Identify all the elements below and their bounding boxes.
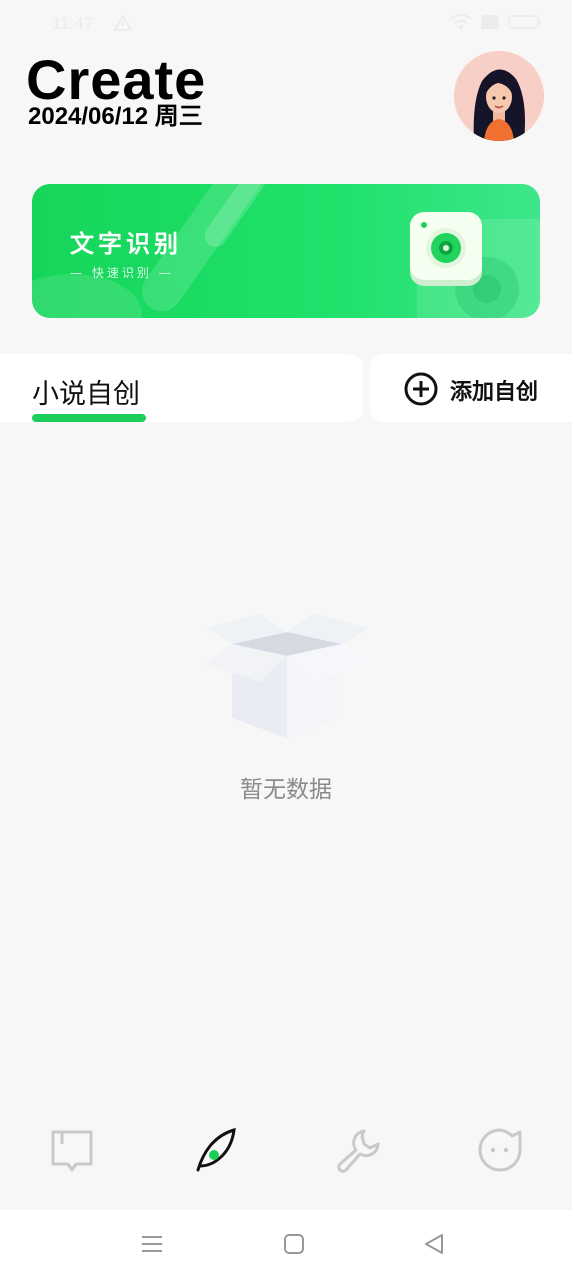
warning-icon bbox=[114, 15, 132, 31]
empty-state-text: 暂无数据 bbox=[240, 777, 332, 803]
avatar[interactable] bbox=[454, 51, 544, 141]
date-label: 2024/06/12 周三 bbox=[28, 103, 203, 130]
empty-box-icon bbox=[206, 614, 368, 738]
girl-avatar-icon bbox=[454, 51, 544, 141]
status-icons bbox=[450, 14, 542, 30]
add-creation-label: 添加自创 bbox=[450, 380, 539, 405]
status-bar: 11:47 bbox=[0, 0, 572, 50]
banner-subtitle: — 快速识别 — bbox=[70, 266, 174, 280]
page-title: Create bbox=[26, 48, 207, 111]
wifi-icon bbox=[450, 14, 472, 29]
text-recognition-banner[interactable]: 文字识别 — 快速识别 — bbox=[32, 184, 540, 318]
back-triangle-icon[interactable] bbox=[422, 1232, 446, 1256]
wrench-icon[interactable] bbox=[334, 1126, 382, 1174]
sim-icon bbox=[481, 15, 499, 29]
feather-pen-icon[interactable] bbox=[192, 1126, 240, 1174]
tab-active-indicator bbox=[32, 414, 146, 422]
home-square-icon[interactable] bbox=[282, 1232, 306, 1256]
camera-icon bbox=[410, 212, 482, 286]
face-icon[interactable] bbox=[476, 1126, 524, 1174]
status-time: 11:47 bbox=[52, 14, 94, 33]
book-icon[interactable] bbox=[48, 1126, 96, 1174]
plus-circle-icon bbox=[404, 372, 438, 406]
menu-icon[interactable] bbox=[140, 1232, 164, 1256]
battery-icon bbox=[508, 15, 541, 29]
tab-label: 小说自创 bbox=[32, 379, 140, 410]
banner-title: 文字识别 bbox=[70, 230, 182, 258]
